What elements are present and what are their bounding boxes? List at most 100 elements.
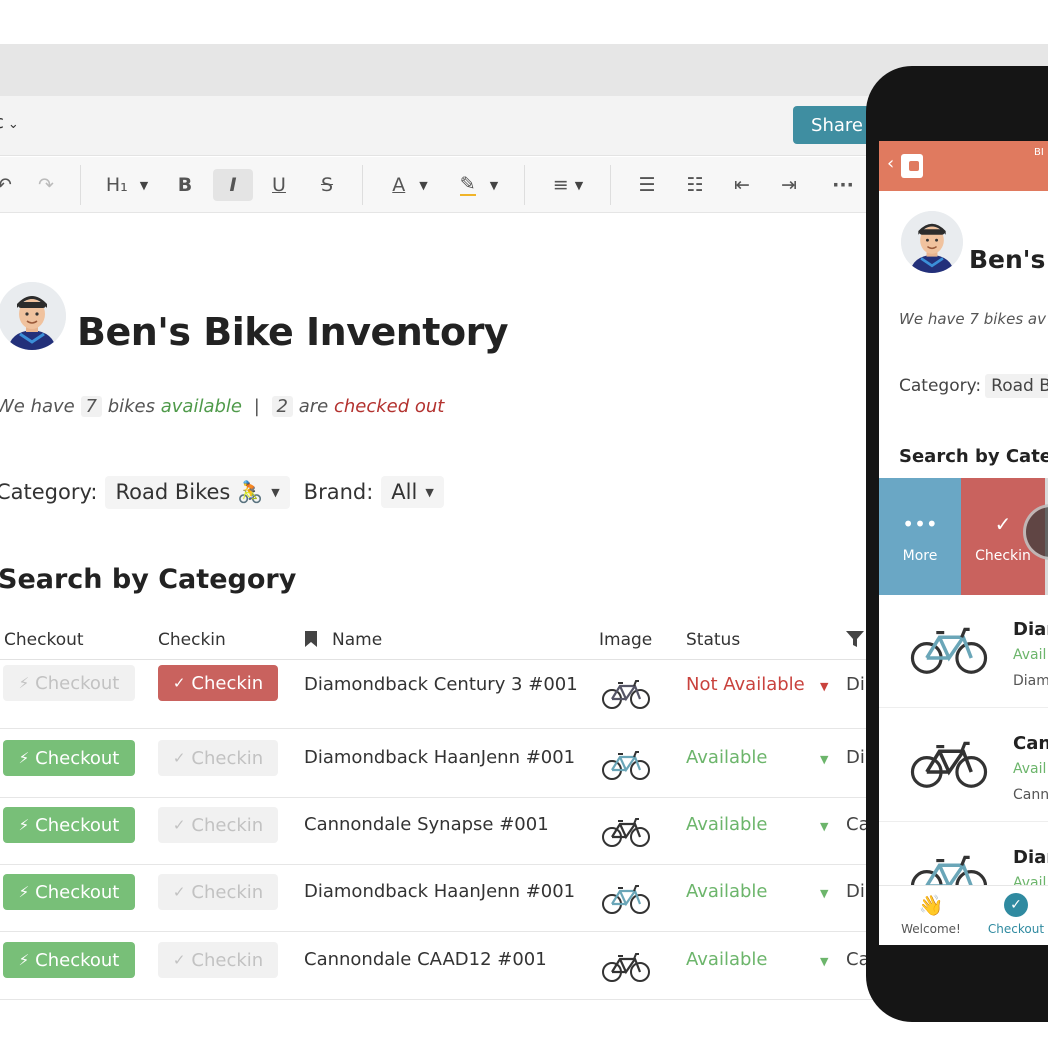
bookmark-icon (304, 630, 318, 653)
italic-icon: I (229, 174, 237, 196)
more-action-button[interactable]: ••• More (879, 478, 961, 595)
back-icon[interactable]: ‹ (887, 153, 894, 174)
bike-name[interactable]: Diamondback Century 3 #001 (304, 674, 578, 695)
checkin-button-label: Checkin (191, 949, 264, 971)
bike-name[interactable]: Diamondback HaanJenn #001 (304, 747, 575, 768)
list-item-title: Diar (1013, 619, 1048, 640)
bike-image[interactable] (601, 677, 651, 711)
mobile-header-title: BI (1034, 147, 1044, 158)
filter-icon[interactable] (845, 630, 865, 653)
table-row: ⚡ Checkout ✓ Checkin Cannondale Synapse #001… (0, 797, 880, 865)
status-value[interactable]: Available (686, 881, 767, 902)
status-dropdown-icon[interactable]: ▼ (820, 680, 828, 693)
brand-value: All (391, 480, 418, 504)
bike-image (907, 623, 991, 677)
caret-down-icon: ▼ (271, 485, 280, 499)
bulleted-list-icon[interactable]: ☰ (632, 169, 662, 201)
checkin-button[interactable]: ✓ Checkin (158, 874, 278, 910)
bike-name[interactable]: Diamondback HaanJenn #001 (304, 881, 575, 902)
status-dropdown-icon[interactable]: ▼ (820, 887, 828, 900)
checkout-button[interactable]: ⚡ Checkout (3, 874, 135, 910)
checkin-button[interactable]: ✓ Checkin (158, 665, 278, 701)
column-header-checkin[interactable]: Checkin (158, 630, 226, 650)
bike-image[interactable] (601, 950, 651, 984)
italic-button[interactable]: I (213, 169, 253, 201)
caret-down-icon: ▼ (139, 178, 149, 192)
align-dropdown[interactable]: ≡ ▼ (546, 169, 590, 201)
column-header-status[interactable]: Status (686, 630, 740, 650)
numbered-list-icon[interactable]: ☷ (680, 169, 710, 201)
checkin-button[interactable]: ✓ Checkin (158, 740, 278, 776)
heading-dropdown[interactable]: H₁ ▼ (98, 169, 156, 201)
column-header-image[interactable]: Image (599, 630, 652, 650)
list-item[interactable]: Diar Avail Diam (879, 595, 1048, 708)
column-header-name[interactable]: Name (332, 630, 382, 650)
bike-name[interactable]: Cannondale Synapse #001 (304, 814, 549, 835)
mobile-category-filter[interactable]: Category: Road B (899, 374, 1048, 398)
status-dropdown-icon[interactable]: ▼ (820, 820, 828, 833)
checkout-button-label: Checkout (35, 881, 120, 903)
underline-button[interactable]: U (264, 169, 294, 201)
more-icon: ••• (902, 512, 938, 536)
checkout-button-label: Checkout (35, 949, 120, 971)
inventory-summary: We have 7 bikes available | 2 are checke… (0, 396, 444, 417)
list-item[interactable]: Canı Avail Cann (879, 709, 1048, 822)
status-value[interactable]: Available (686, 949, 767, 970)
bike-image[interactable] (601, 748, 651, 782)
mobile-tab-bar: 👋 Welcome! ✓ Checkout (879, 885, 1048, 945)
text-color-icon: A (392, 174, 406, 196)
app-logo (901, 154, 923, 178)
checkin-button[interactable]: ✓ Checkin (158, 807, 278, 843)
category-select[interactable]: Road Bikes 🚴 ▼ (105, 475, 290, 509)
column-header-checkout[interactable]: Checkout (4, 630, 84, 650)
align-icon: ≡ (552, 174, 569, 196)
more-icon[interactable]: ··· (828, 169, 858, 201)
outdent-icon[interactable]: ⇤ (727, 169, 757, 201)
bike-name[interactable]: Cannondale CAAD12 #001 (304, 949, 547, 970)
check-icon: ✓ (172, 951, 186, 969)
checkout-button[interactable]: ⚡ Checkout (3, 665, 135, 701)
summary-text: bikes (107, 396, 155, 417)
checkin-button-label: Checkin (191, 747, 264, 769)
lightning-icon: ⚡ (18, 749, 30, 767)
swipe-actions: ••• More ✓ Checkin (879, 478, 1048, 595)
bike-image[interactable] (601, 815, 651, 849)
doc-name-menu[interactable]: c⌄ (0, 112, 19, 133)
tab-checkout[interactable]: ✓ Checkout (976, 892, 1048, 936)
avatar (901, 211, 963, 273)
status-value[interactable]: Available (686, 747, 767, 768)
bike-image (907, 737, 991, 791)
bold-button[interactable]: B (170, 169, 200, 201)
text-color-dropdown[interactable]: A ▼ (382, 169, 438, 201)
mobile-header: ‹ BI (879, 141, 1048, 191)
doc-name: c (0, 112, 4, 133)
lightning-icon: ⚡ (18, 951, 30, 969)
tab-welcome[interactable]: 👋 Welcome! (891, 892, 971, 936)
checkout-button[interactable]: ⚡ Checkout (3, 942, 135, 978)
bike-image[interactable] (601, 882, 651, 916)
indent-icon[interactable]: ⇥ (774, 169, 804, 201)
table-row: ⚡ Checkout ✓ Checkin Diamondback HaanJenn #0… (0, 864, 880, 932)
checkout-button[interactable]: ⚡ Checkout (3, 740, 135, 776)
list-item-brand: Cann (1013, 787, 1048, 803)
status-value[interactable]: Available (686, 814, 767, 835)
more-action-label: More (902, 548, 938, 564)
status-dropdown-icon[interactable]: ▼ (820, 753, 828, 766)
strikethrough-button[interactable]: S (312, 169, 342, 201)
summary-separator: | (253, 396, 260, 417)
undo-icon[interactable]: ↶ (0, 169, 14, 201)
highlight-dropdown[interactable]: ✎ ▼ (452, 169, 506, 201)
section-title: Search by Category (0, 564, 297, 595)
checkin-button[interactable]: ✓ Checkin (158, 942, 278, 978)
status-value[interactable]: Not Available (686, 674, 805, 695)
redo-icon[interactable]: ↷ (34, 169, 58, 201)
checkout-button-label: Checkout (35, 747, 120, 769)
status-dropdown-icon[interactable]: ▼ (820, 955, 828, 968)
checkout-button[interactable]: ⚡ Checkout (3, 807, 135, 843)
summary-text: are (298, 396, 329, 417)
brand-select[interactable]: All ▼ (381, 476, 444, 508)
heading-icon: H₁ (105, 174, 128, 196)
lightning-icon: ⚡ (18, 816, 30, 834)
check-icon: ✓ (172, 674, 186, 692)
available-label: available (160, 396, 242, 417)
